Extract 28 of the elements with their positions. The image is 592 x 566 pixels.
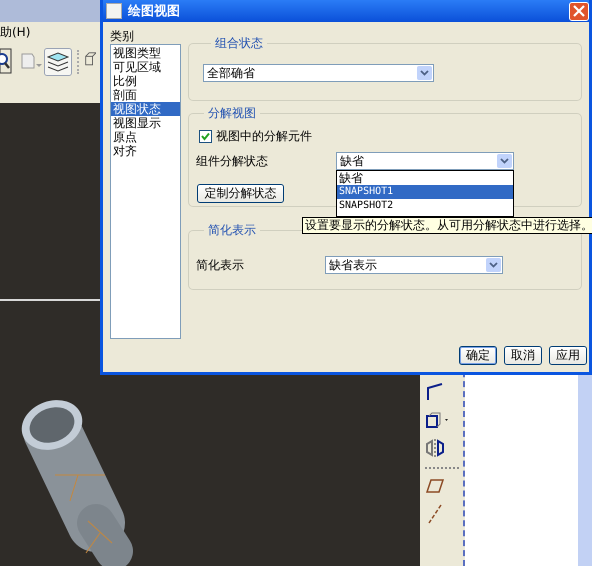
dropdown-field[interactable]: 全部确省 — [203, 64, 434, 82]
dialog-button[interactable]: 取消 — [504, 346, 542, 365]
category-item[interactable]: 视图状态 — [111, 102, 180, 116]
dialog-button[interactable]: 确定 — [459, 346, 497, 365]
category-item[interactable]: 可见区域 — [111, 60, 180, 74]
group-legend: 组合状态 — [211, 36, 267, 50]
dropdown-option[interactable]: 缺省 — [337, 171, 513, 185]
checkbox-label: 视图中的分解元件 — [216, 128, 312, 144]
category-item[interactable]: 剖面 — [111, 88, 180, 102]
field-label: 组件分解状态 — [196, 152, 269, 170]
tooltip: 设置要显示的分解状态。从可用分解状态中进行选择。 — [302, 217, 592, 234]
dropdown-option[interactable]: SNAPSHOT2 — [337, 199, 513, 213]
dropdown-field[interactable]: 缺省 — [336, 152, 514, 170]
category-label: 类别 — [110, 28, 135, 44]
custom-state-button[interactable]: 定制分解状态 — [197, 184, 284, 203]
dropdown-field[interactable]: 缺省表示 — [325, 256, 503, 274]
category-item[interactable]: 视图类型 — [111, 46, 180, 60]
category-item[interactable]: 原点 — [111, 130, 180, 144]
window-title: 绘图视图 — [128, 3, 180, 20]
menu-item[interactable]: 助(H) — [0, 24, 34, 40]
group-legend: 简化表示 — [204, 223, 260, 237]
field-label: 简化表示 — [196, 256, 245, 274]
dialog-button[interactable]: 应用 — [549, 346, 587, 365]
dropdown-option[interactable]: SNAPSHOT1 — [337, 185, 513, 199]
category-item[interactable]: 对齐 — [111, 144, 180, 158]
category-item[interactable]: 比例 — [111, 74, 180, 88]
category-item[interactable]: 视图显示 — [111, 116, 180, 130]
group-legend: 分解视图 — [204, 106, 260, 120]
